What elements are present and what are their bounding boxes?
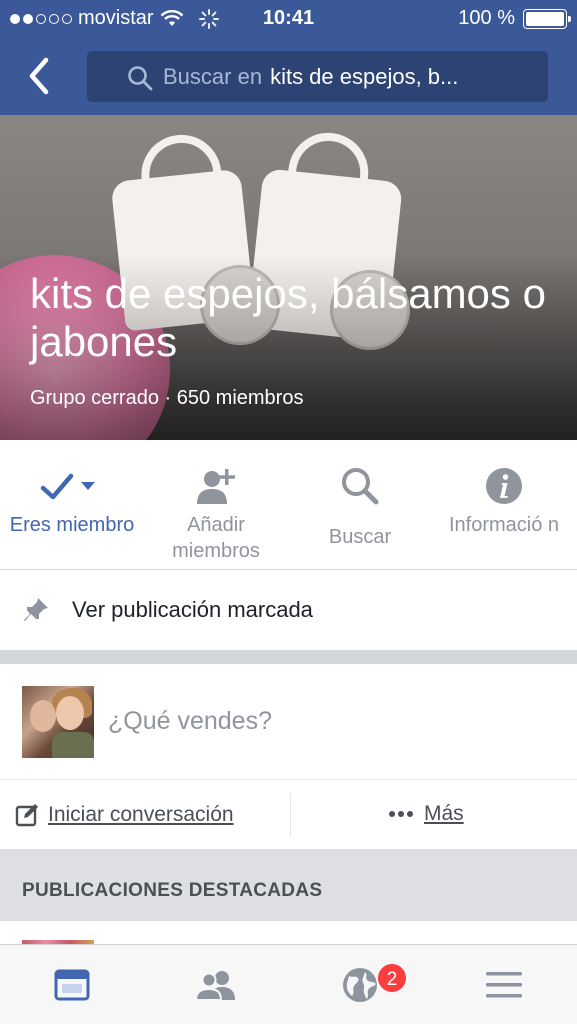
group-name: kits de espejos, bálsamos o jabones <box>30 270 546 365</box>
composer-prompt[interactable]: ¿Qué vendes? <box>108 707 272 736</box>
section-divider <box>0 650 577 664</box>
start-conversation-label: Iniciar conversación <box>48 803 234 826</box>
friends-icon <box>195 971 235 1001</box>
more-label: Más <box>424 802 464 825</box>
add-person-icon <box>197 469 235 504</box>
status-bar: movistar 10:41 100 % <box>0 0 577 38</box>
search-icon <box>128 66 153 91</box>
composer-actions: Iniciar conversación Más <box>0 781 577 849</box>
group-actions: Eres miembro Añadir miembros Buscar Info… <box>0 440 577 570</box>
group-cover-photo[interactable]: kits de espejos, bálsamos o jabones Grup… <box>0 115 577 440</box>
group-info-label: Informació n <box>448 514 560 536</box>
pin-icon <box>24 598 48 621</box>
search-group-label: Buscar <box>328 526 392 548</box>
more-button[interactable]: Más <box>388 802 464 826</box>
group-info-button[interactable]: Informació n <box>432 440 576 570</box>
compose-icon <box>15 804 38 827</box>
member-status-label: Eres miembro <box>9 514 135 536</box>
member-status-button[interactable]: Eres miembro <box>0 440 144 570</box>
tab-notifications[interactable] <box>288 945 432 1024</box>
chevron-left-icon <box>29 57 49 95</box>
add-members-button[interactable]: Añadir miembros <box>144 440 288 570</box>
add-members-label: Añadir miembros <box>172 514 260 562</box>
tab-menu[interactable] <box>432 945 576 1024</box>
tab-news-feed[interactable] <box>0 945 144 1024</box>
search-placeholder: Buscar en <box>163 63 263 89</box>
menu-icon <box>486 972 522 998</box>
search-query: kits de espejos, b... <box>270 63 459 89</box>
notifications-badge: 2 <box>376 962 408 994</box>
avatar[interactable] <box>22 686 94 758</box>
search-group-button[interactable]: Buscar <box>288 440 432 570</box>
battery-icon <box>523 8 571 29</box>
info-icon <box>486 468 522 504</box>
tab-friends[interactable] <box>144 945 288 1024</box>
checkmark-dropdown-icon <box>40 473 95 500</box>
group-meta: Grupo cerrado · 650 miembros <box>30 387 304 409</box>
bottom-tab-bar: 2 <box>0 944 577 1024</box>
battery-percent: 100 % <box>458 7 515 29</box>
featured-posts-header: PUBLICACIONES DESTACADAS <box>0 849 577 921</box>
post-composer[interactable]: ¿Qué vendes? <box>0 664 577 780</box>
news-feed-icon <box>54 969 90 1001</box>
start-conversation-button[interactable]: Iniciar conversación <box>14 802 234 828</box>
more-dots-icon <box>389 811 413 817</box>
top-bar: movistar 10:41 100 % Buscar en kits de e… <box>0 0 577 115</box>
pinned-post-link[interactable]: Ver publicación marcada <box>0 570 577 650</box>
pinned-post-label: Ver publicación marcada <box>72 597 313 622</box>
featured-posts-title: PUBLICACIONES DESTACADAS <box>22 880 323 901</box>
globe-icon <box>343 968 377 1002</box>
back-button[interactable] <box>22 56 58 96</box>
search-icon <box>342 468 379 505</box>
group-search-bar[interactable]: Buscar en kits de espejos, b... <box>87 51 548 102</box>
